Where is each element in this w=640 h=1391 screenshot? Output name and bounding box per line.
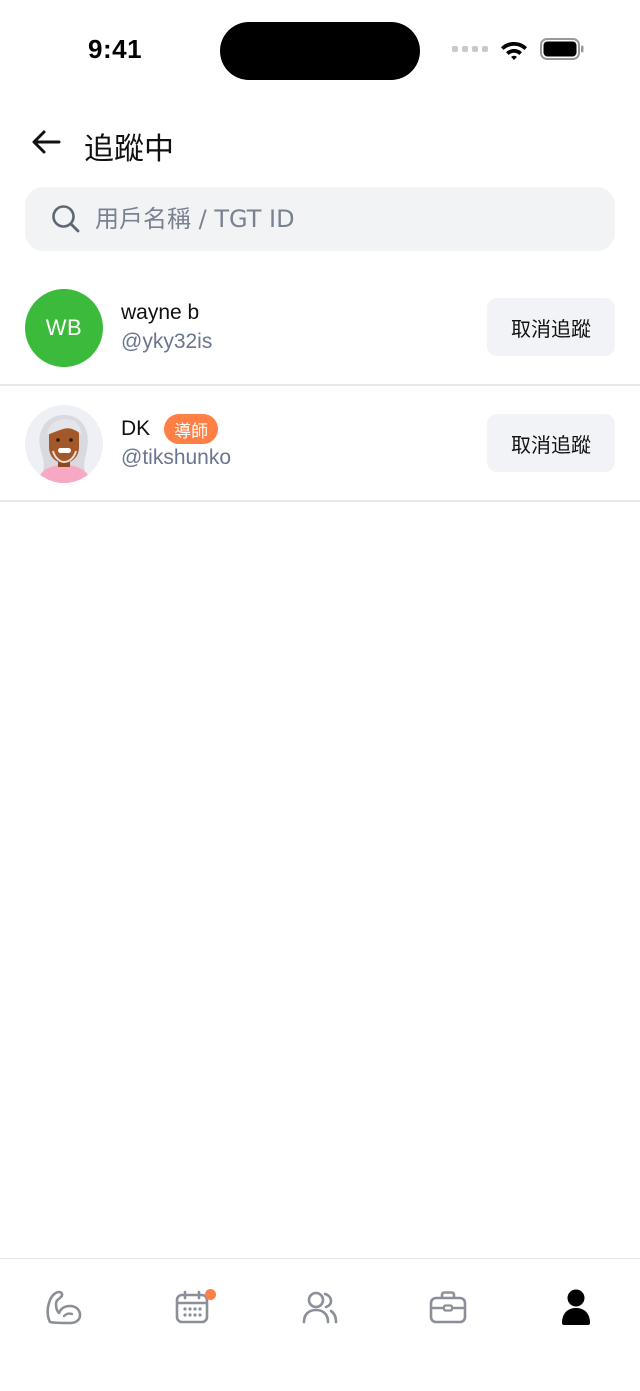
list-item[interactable]: DK 導師 @tikshunko 取消追蹤 <box>0 386 640 502</box>
status-icons <box>452 38 584 60</box>
status-bar: 9:41 <box>0 0 640 100</box>
unfollow-button[interactable]: 取消追蹤 <box>487 414 615 472</box>
user-name[interactable]: wayne b <box>121 301 199 325</box>
avatar-illustration <box>25 405 103 483</box>
name-row: DK 導師 <box>121 414 231 444</box>
user-handle: @yky32is <box>121 330 213 353</box>
avatar[interactable] <box>25 405 103 483</box>
dynamic-island <box>220 22 420 80</box>
avatar[interactable]: WB <box>25 289 103 367</box>
nav-item-profile[interactable] <box>544 1277 608 1341</box>
nav-item-community[interactable] <box>288 1277 352 1341</box>
search-bar[interactable] <box>25 187 615 251</box>
notification-dot <box>205 1289 216 1300</box>
following-list: WB wayne b @yky32is 取消追蹤 DK 導師 @tikshunk… <box>0 270 640 502</box>
user-info: wayne b @yky32is <box>121 298 212 354</box>
unfollow-button[interactable]: 取消追蹤 <box>487 298 615 356</box>
page-title: 追蹤中 <box>84 132 174 167</box>
cellular-signal-icon <box>452 46 488 52</box>
briefcase-icon <box>429 1290 467 1328</box>
profile-icon <box>559 1288 593 1330</box>
arrow-left-icon <box>31 129 61 159</box>
list-item[interactable]: WB wayne b @yky32is 取消追蹤 <box>0 270 640 386</box>
status-time: 9:41 <box>88 34 143 64</box>
name-row: wayne b <box>121 298 212 328</box>
wifi-icon <box>500 38 528 60</box>
avatar-initials: WB <box>45 315 83 340</box>
user-info: DK 導師 @tikshunko <box>121 414 231 470</box>
bottom-nav <box>0 1258 640 1391</box>
mentor-badge: 導師 <box>164 414 219 444</box>
battery-icon <box>540 38 584 60</box>
search-input[interactable] <box>95 187 615 251</box>
user-handle: @tikshunko <box>121 446 232 469</box>
header: 追蹤中 <box>0 118 640 170</box>
back-button[interactable] <box>24 122 68 166</box>
flexed-arm-icon <box>44 1288 84 1330</box>
following-page: 9:41 追蹤中 用戶名稱 / TGT ID WB wayne b @yky32… <box>0 0 640 1391</box>
nav-item-workout[interactable] <box>32 1277 96 1341</box>
users-icon <box>301 1289 339 1329</box>
user-name[interactable]: DK <box>121 417 150 441</box>
search-icon <box>51 204 81 234</box>
nav-item-briefcase[interactable] <box>416 1277 480 1341</box>
nav-item-calendar[interactable] <box>160 1277 224 1341</box>
